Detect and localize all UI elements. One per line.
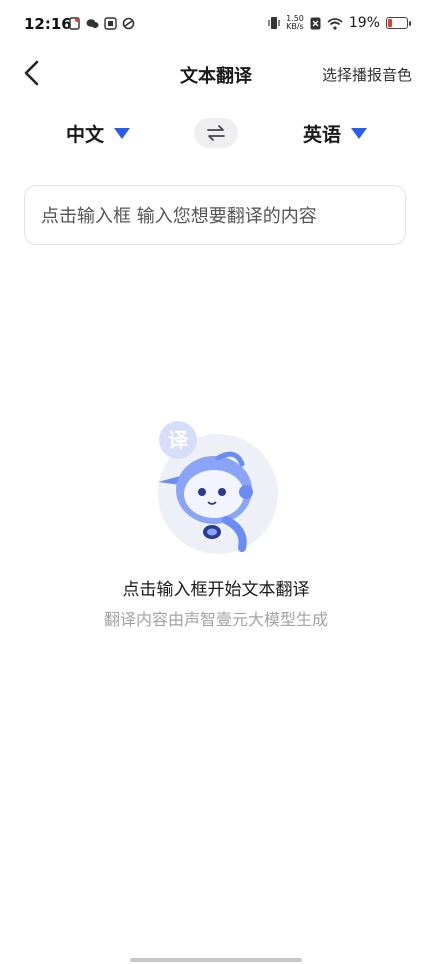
sync-icon: [122, 17, 135, 30]
home-indicator[interactable]: [130, 958, 302, 962]
target-language-label: 英语: [303, 124, 342, 146]
notification-icon: [69, 17, 80, 30]
nav-bar: 文本翻译 选择播报音色: [0, 50, 432, 98]
dropdown-triangle-icon: [351, 128, 368, 139]
empty-state-title: 点击输入框开始文本翻译: [122, 580, 310, 600]
input-placeholder: 点击输入框 输入您想要翻译的内容: [41, 206, 317, 227]
language-bar: 中文 英语: [0, 110, 432, 156]
status-right: 1.50 KB/s 19%: [268, 14, 411, 31]
nfc-icon: [310, 17, 321, 29]
translate-input[interactable]: 点击输入框 输入您想要翻译的内容: [24, 185, 406, 245]
wechat-icon: [86, 19, 99, 28]
select-voice-button[interactable]: 选择播报音色: [322, 64, 412, 85]
battery-percent: 19%: [348, 15, 380, 31]
swap-arrows-icon: [207, 125, 225, 141]
dropdown-triangle-icon: [114, 128, 131, 139]
target-language-selector[interactable]: 英语: [303, 120, 368, 147]
swap-languages-button[interactable]: [194, 118, 238, 148]
source-language-label: 中文: [66, 124, 105, 146]
translate-badge-text: 译: [168, 428, 189, 452]
app-icon: [104, 17, 117, 30]
source-language-selector[interactable]: 中文: [66, 120, 131, 147]
vibrate-icon: [268, 17, 280, 29]
status-bar: 12:16 1.50 KB/s 19%: [0, 0, 432, 50]
network-speed: 1.50 KB/s: [286, 14, 304, 31]
notification-icons: [68, 17, 135, 30]
wifi-icon: [327, 17, 343, 30]
empty-state-subtitle: 翻译内容由声智壹元大模型生成: [103, 610, 328, 629]
status-time: 12:16: [24, 15, 72, 33]
robot-mascot-illustration: 译: [158, 421, 278, 554]
battery-icon: [386, 17, 411, 29]
